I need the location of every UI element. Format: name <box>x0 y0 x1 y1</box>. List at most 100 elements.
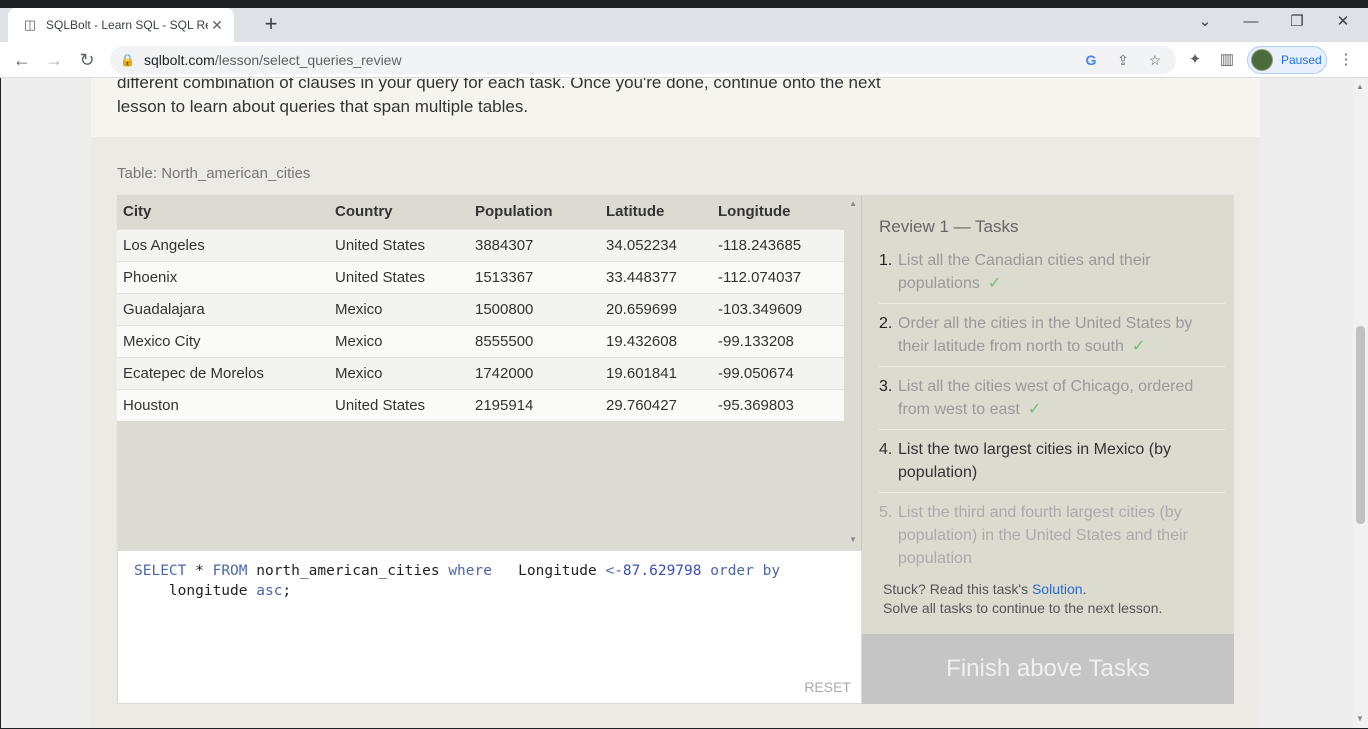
column-header: Longitude <box>712 195 844 229</box>
code-token: north_american_cities <box>247 563 449 579</box>
table-cell: Phoenix <box>117 260 329 293</box>
scroll-down-arrow-icon[interactable]: ▼ <box>849 535 857 544</box>
task-item[interactable]: 1. List all the Canadian cities and thei… <box>879 249 1225 304</box>
table-header-row: City Country Population Latitude Longitu… <box>117 195 844 229</box>
table-cell: 1742000 <box>469 356 600 389</box>
code-keyword: FROM <box>212 563 248 579</box>
task-text: List all the cities west of Chicago, ord… <box>898 375 1225 421</box>
scrollbar-thumb[interactable] <box>1356 326 1365 524</box>
star-icon[interactable]: ☆ <box>1146 51 1164 69</box>
table-cell: 3884307 <box>469 228 600 261</box>
scrollbar-down-icon[interactable]: ▼ <box>1356 714 1364 723</box>
page-scrollbar[interactable]: ▲ ▼ <box>1353 78 1368 728</box>
table-cell: Mexico <box>329 356 469 389</box>
reset-button[interactable]: RESET <box>804 679 851 695</box>
sql-code[interactable]: SELECT * FROM north_american_cities wher… <box>118 551 861 611</box>
table-cell: 20.659699 <box>600 292 712 325</box>
table-cell: 29.760427 <box>600 388 712 421</box>
task-label: List all the cities west of Chicago, ord… <box>898 378 1194 418</box>
new-tab-button[interactable]: + <box>258 12 284 38</box>
tasks-panel: Review 1 — Tasks 1. List all the Canadia… <box>862 195 1234 704</box>
check-icon: ✓ <box>1027 401 1042 418</box>
scroll-up-arrow-icon[interactable]: ▲ <box>849 199 857 208</box>
table-cell: United States <box>329 260 469 293</box>
table-cell: United States <box>329 388 469 421</box>
table-row: Mexico City Mexico 8555500 19.432608 -99… <box>117 324 844 357</box>
sql-editor[interactable]: SELECT * FROM north_american_cities wher… <box>117 550 862 704</box>
table-cell: United States <box>329 228 469 261</box>
restore-button[interactable]: ❐ <box>1274 8 1320 38</box>
database-icon: ◫ <box>23 17 37 32</box>
minimize-button[interactable]: — <box>1228 8 1274 38</box>
stuck-prefix: Stuck? Read this task's <box>883 581 1032 597</box>
check-icon: ✓ <box>987 275 1002 292</box>
code-keyword: order by <box>701 563 781 579</box>
tasks-title: Review 1 — Tasks <box>879 217 1019 236</box>
side-panel-icon[interactable]: ▥ <box>1214 47 1240 73</box>
tab-search-icon[interactable]: ⌄ <box>1182 8 1228 38</box>
avatar <box>1251 49 1273 71</box>
table-cell: -118.243685 <box>712 228 844 261</box>
table-cell: 34.052234 <box>600 228 712 261</box>
table-cell: -112.074037 <box>712 260 844 293</box>
scrollbar-up-icon[interactable]: ▲ <box>1356 82 1364 91</box>
finish-tasks-button[interactable]: Finish above Tasks <box>862 634 1234 704</box>
table-cell: Mexico <box>329 324 469 357</box>
table-row: Guadalajara Mexico 1500800 20.659699 -10… <box>117 292 844 325</box>
browser-tab[interactable]: ◫ SQLBolt - Learn SQL - SQL Review ✕ <box>8 8 234 42</box>
url-text: sqlbolt.com/lesson/select_queries_review <box>144 52 402 68</box>
forward-icon[interactable]: → <box>41 47 67 73</box>
table-cell: Mexico City <box>117 324 329 357</box>
task-number: 1. <box>879 252 893 269</box>
tab-strip: ◫ SQLBolt - Learn SQL - SQL Review ✕ + ⌄… <box>0 8 1368 42</box>
address-bar[interactable]: 🔒 sqlbolt.com/lesson/select_queries_revi… <box>110 46 1176 74</box>
task-item[interactable]: 5. List the third and fourth largest cit… <box>879 501 1225 578</box>
table-row: Los Angeles United States 3884307 34.052… <box>117 228 844 261</box>
task-label: List the two largest cities in Mexico (b… <box>898 441 1171 481</box>
task-item[interactable]: 4. List the two largest cities in Mexico… <box>879 438 1225 493</box>
column-header: Latitude <box>600 195 712 229</box>
menu-icon[interactable]: ⋮ <box>1333 47 1359 73</box>
profile-status: Paused <box>1281 53 1322 67</box>
task-number: 4. <box>879 441 893 458</box>
table-cell: -99.133208 <box>712 324 844 357</box>
task-label: List all the Canadian cities and their p… <box>898 252 1151 292</box>
task-item[interactable]: 3. List all the cities west of Chicago, … <box>879 375 1225 430</box>
task-number: 5. <box>879 504 893 521</box>
stuck-hint: Stuck? Read this task's Solution. Solve … <box>883 580 1162 618</box>
task-label: Order all the cities in the United State… <box>898 315 1193 355</box>
code-token: * <box>186 563 213 579</box>
table-cell: -95.369803 <box>712 388 844 421</box>
task-item[interactable]: 2. Order all the cities in the United St… <box>879 312 1225 367</box>
close-tab-icon[interactable]: ✕ <box>208 16 226 34</box>
lock-icon: 🔒 <box>120 53 135 67</box>
profile-button[interactable]: Paused <box>1247 46 1327 74</box>
solution-link[interactable]: Solution <box>1032 581 1083 597</box>
share-icon[interactable]: ⇪ <box>1114 51 1132 69</box>
table-cell: -103.349609 <box>712 292 844 325</box>
back-icon[interactable]: ← <box>9 47 35 73</box>
close-window-button[interactable]: ✕ <box>1320 8 1366 38</box>
results-table-container: City Country Population Latitude Longitu… <box>117 195 862 550</box>
browser-toolbar: ← → ↻ 🔒 sqlbolt.com/lesson/select_querie… <box>0 42 1368 78</box>
code-number: -87.629798 <box>614 563 702 579</box>
url-host: sqlbolt.com <box>144 52 215 68</box>
google-icon[interactable]: G <box>1082 51 1100 69</box>
code-keyword: SELECT <box>134 563 187 579</box>
table-cell: 1500800 <box>469 292 600 325</box>
code-token: ; <box>282 583 292 599</box>
check-icon: ✓ <box>1131 338 1146 355</box>
stuck-suffix: . <box>1082 581 1087 597</box>
table-cell: Houston <box>117 388 329 421</box>
extensions-icon[interactable]: ✦ <box>1182 47 1208 73</box>
lesson-intro: different combination of clauses in your… <box>91 78 1260 137</box>
reload-icon[interactable]: ↻ <box>74 47 100 73</box>
table-cell: Los Angeles <box>117 228 329 261</box>
table-cell: -99.050674 <box>712 356 844 389</box>
task-text: Order all the cities in the United State… <box>898 312 1225 358</box>
continue-hint: Solve all tasks to continue to the next … <box>883 600 1163 616</box>
code-keyword: asc <box>247 583 283 599</box>
intro-text: different combination of clauses in your… <box>117 78 881 116</box>
task-number: 2. <box>879 315 893 332</box>
